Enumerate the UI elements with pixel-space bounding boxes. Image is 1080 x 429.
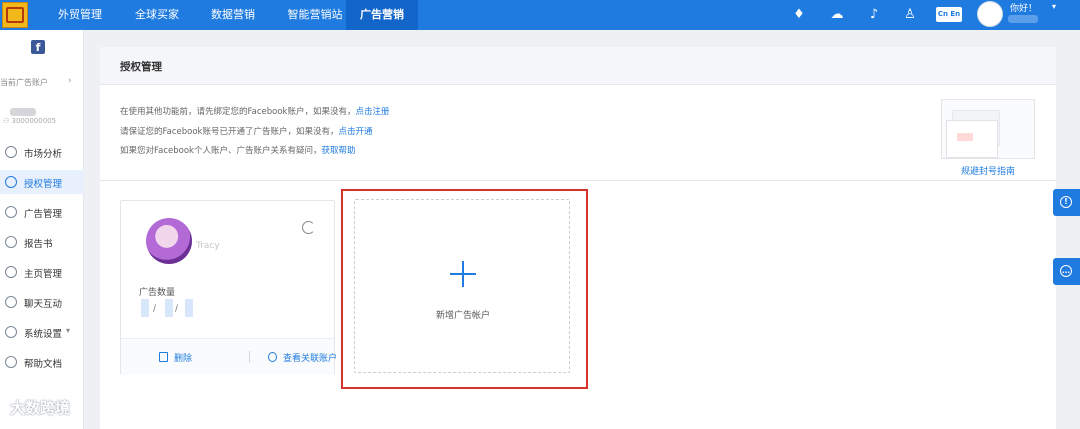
ban-avoidance-guide-link[interactable]: 规避封号指南 [961, 164, 1015, 177]
nav-ad-marketing[interactable]: 广告营销 [346, 0, 418, 30]
ad-count-label: 广告数量 [139, 288, 176, 298]
float-info-button[interactable]: ! [1053, 189, 1080, 216]
nav-foreign-trade[interactable]: 外贸管理 [43, 0, 117, 30]
language-toggle[interactable]: Cn En [936, 7, 962, 22]
gear-icon [5, 326, 17, 338]
sidebar: f 当前广告账户 › ⚇ 3000000005 市场分析 授权管理 广告管理 报… [0, 30, 84, 429]
float-chat-button[interactable]: … [1053, 258, 1080, 285]
watermark-logo: 大数跨境 [10, 399, 71, 417]
chevron-right-icon: › [68, 76, 72, 86]
page-header: 授权管理 [100, 47, 1056, 85]
chevron-down-icon[interactable]: ▾ [1052, 2, 1056, 11]
link-icon [268, 352, 277, 362]
report-icon [5, 236, 17, 248]
greeting-text: 你好！ [1010, 4, 1038, 14]
account-id: ⚇ 3000000005 [3, 117, 57, 125]
account-name-blurred [10, 108, 36, 116]
top-nav-bar: 外贸管理 全球买家 数据营销 智能营销站 广告营销 ♦ ☁ ♪ ♙ Cn En … [0, 0, 1080, 30]
app-logo[interactable] [2, 2, 28, 28]
info-icon: ! [1060, 196, 1072, 208]
chat-icon [5, 296, 17, 308]
divider [100, 180, 1056, 181]
cloud-icon[interactable]: ☁ [829, 7, 845, 23]
nav-data-marketing[interactable]: 数据营销 [196, 0, 270, 30]
current-account-switch[interactable]: 当前广告账户 › [0, 76, 72, 88]
nav-global-buyers[interactable]: 全球买家 [120, 0, 194, 30]
add-ad-account-button[interactable]: 新增广告帐户 [354, 199, 570, 373]
sidebar-item-chat[interactable]: 聊天互动 [0, 290, 84, 314]
footer-separator [249, 351, 250, 363]
facebook-icon: f [31, 40, 45, 54]
account-card-footer: 删除 查看关联账户 [121, 338, 337, 375]
trash-icon [159, 352, 168, 362]
notice-line-3: 如果您对Facebook个人账户、广告账户关系有疑问，获取帮助 [120, 146, 356, 156]
sidebar-item-market-analysis[interactable]: 市场分析 [0, 140, 84, 164]
sidebar-item-ad-management[interactable]: 广告管理 [0, 200, 84, 224]
sidebar-item-reports[interactable]: 报告书 [0, 230, 84, 254]
ad-count-value: / / [141, 299, 193, 317]
account-card: Tracy 广告数量 / / 删除 查看关联账户 [120, 200, 337, 375]
account-avatar [146, 218, 192, 264]
ad-icon [5, 206, 17, 218]
globe-icon [5, 146, 17, 158]
refresh-icon[interactable] [302, 221, 315, 234]
tshirt-icon[interactable]: ♙ [902, 7, 918, 23]
account-name: Tracy [196, 241, 220, 251]
notice-line-2: 请保证您的Facebook账号已开通了广告账户，如果没有，点击开通 [120, 127, 373, 137]
chat-bubble-icon: … [1060, 265, 1072, 277]
sidebar-item-auth-management[interactable]: 授权管理 [0, 170, 84, 194]
strawberry-icon[interactable]: ♦ [791, 7, 807, 23]
guide-illustration[interactable] [941, 99, 1035, 159]
user-icon: ⚇ [3, 117, 10, 125]
view-linked-accounts-button[interactable]: 查看关联账户 [268, 351, 337, 364]
notice-line-1: 在使用其他功能前，请先绑定您的Facebook账户，如果没有，点击注册 [120, 107, 390, 117]
get-help-link[interactable]: 获取帮助 [321, 146, 355, 156]
current-account-label: 当前广告账户 [0, 78, 48, 87]
sidebar-item-help[interactable]: 帮助文档 [0, 350, 84, 374]
help-icon [5, 356, 17, 368]
sidebar-item-settings[interactable]: 系统设置 ▾ [0, 320, 84, 344]
share-icon [5, 266, 17, 278]
add-ad-account-label: 新增广告帐户 [435, 311, 490, 321]
sidebar-item-page-management[interactable]: 主页管理 [0, 260, 84, 284]
user-icon [5, 176, 17, 188]
activate-link[interactable]: 点击开通 [338, 127, 372, 137]
delete-button[interactable]: 删除 [159, 351, 192, 364]
nav-smart-site[interactable]: 智能营销站 [273, 0, 357, 30]
username-blurred [1008, 15, 1038, 23]
user-avatar[interactable] [977, 1, 1003, 27]
bell-icon[interactable]: ♪ [866, 7, 882, 23]
plus-icon-vertical [462, 261, 464, 287]
page-title: 授权管理 [120, 61, 162, 73]
register-link[interactable]: 点击注册 [355, 107, 389, 117]
chevron-down-icon: ▾ [66, 326, 71, 335]
